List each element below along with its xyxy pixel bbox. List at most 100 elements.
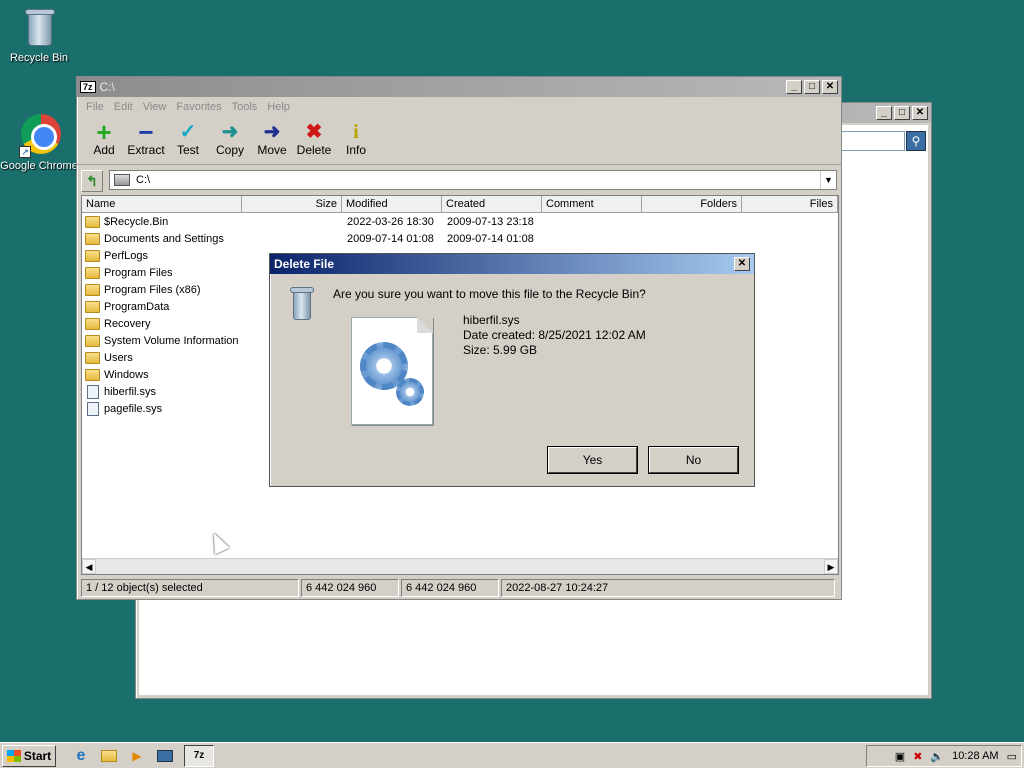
file-name-cell: hiberfil.sys (82, 384, 242, 399)
no-button[interactable]: No (649, 447, 738, 473)
scroll-right-icon[interactable]: ▶ (824, 559, 838, 574)
taskbar-button-7zip[interactable]: 7z (184, 744, 214, 767)
file-created-cell: 2009-07-14 01:08 (447, 232, 534, 245)
start-button[interactable]: Start (2, 744, 56, 767)
toolbar-label: Move (257, 143, 287, 157)
horizontal-scrollbar[interactable]: ◀ ▶ (82, 558, 838, 574)
menu-view[interactable]: View (138, 101, 172, 113)
file-info: hiberfil.sys Date created: 8/25/2021 12:… (463, 313, 646, 358)
delete-button[interactable]: ✖ Delete (293, 117, 335, 164)
recycle-bin-icon (19, 6, 59, 50)
copy-arrow-icon: ➜ (221, 121, 239, 143)
menu-favorites[interactable]: Favorites (171, 101, 226, 113)
address-input[interactable]: C:\ ▼ (109, 170, 837, 190)
menu-bar: File Edit View Favorites Tools Help (77, 97, 841, 117)
window-title: C:\ (99, 80, 115, 94)
column-header-size[interactable]: Size (242, 196, 342, 212)
extract-button[interactable]: − Extract (125, 117, 167, 164)
taskbar: Start e ▶ 7z ▣ ✖ 🔈 10:28 AM ▭ (0, 742, 1024, 768)
internet-explorer-icon[interactable]: e (70, 746, 92, 766)
explorer-folder-icon[interactable] (98, 746, 120, 766)
list-item[interactable]: $Recycle.Bin 2022-03-26 18:30 2009-07-13 2… (82, 213, 838, 230)
maximize-button[interactable]: □ (804, 80, 820, 94)
file-name-cell: pagefile.sys (82, 401, 242, 416)
column-header-modified[interactable]: Modified (342, 196, 442, 212)
column-header-folders[interactable]: Folders (642, 196, 742, 212)
menu-file[interactable]: File (81, 101, 109, 113)
file-name-text: pagefile.sys (104, 402, 163, 415)
folder-icon (85, 232, 100, 245)
file-date-created: Date created: 8/25/2021 12:02 AM (463, 328, 646, 342)
toolbar-label: Info (345, 143, 366, 157)
info-button[interactable]: i Info (335, 117, 377, 164)
minimize-button[interactable]: _ (786, 80, 802, 94)
network-icon[interactable]: ▣ (895, 750, 905, 763)
recycle-bin-icon (288, 287, 316, 321)
action-center-icon[interactable]: ✖ (913, 750, 922, 763)
folder-icon (85, 249, 100, 262)
copy-button[interactable]: ➜ Copy (209, 117, 251, 164)
file-name-text: Program Files (x86) (104, 283, 201, 296)
file-icon (87, 384, 99, 399)
delete-file-dialog[interactable]: Delete File ✕ Are you sure you want to m… (269, 253, 755, 487)
media-player-icon[interactable]: ▶ (126, 746, 148, 766)
status-packed-size: 6 442 024 960 (401, 579, 499, 597)
search-input[interactable] (835, 131, 905, 151)
clock[interactable]: 10:28 AM (952, 750, 998, 762)
close-button[interactable]: ✕ (822, 80, 838, 94)
add-button[interactable]: + Add (83, 117, 125, 164)
toolbar: + Add − Extract ✓ Test ➜ Copy ➜ Move ✖ D… (77, 117, 841, 165)
file-name-text: hiberfil.sys (104, 385, 156, 398)
remote-desktop-icon[interactable] (154, 746, 176, 766)
menu-help[interactable]: Help (262, 101, 295, 113)
column-header-comment[interactable]: Comment (542, 196, 642, 212)
show-desktop-icon[interactable]: ▭ (1007, 750, 1017, 763)
system-tray: ▣ ✖ 🔈 10:28 AM ▭ (866, 745, 1022, 767)
menu-tools[interactable]: Tools (227, 101, 263, 113)
dialog-title: Delete File (274, 257, 335, 271)
column-header-name[interactable]: Name (82, 196, 242, 212)
status-date: 2022-08-27 10:24:27 (501, 579, 835, 597)
plus-icon: + (96, 117, 112, 147)
list-item[interactable]: Documents and Settings 2009-07-14 01:08 20… (82, 230, 838, 247)
desktop-icon-label: Recycle Bin (9, 52, 69, 64)
test-button[interactable]: ✓ Test (167, 117, 209, 164)
folder-icon (85, 215, 100, 228)
volume-icon[interactable]: 🔈 (930, 750, 944, 763)
column-header-files[interactable]: Files (742, 196, 838, 212)
status-selection: 1 / 12 object(s) selected (81, 579, 299, 597)
close-button[interactable]: ✕ (912, 106, 928, 120)
desktop-icon-recycle-bin[interactable]: Recycle Bin (0, 6, 78, 64)
status-size: 6 442 024 960 (301, 579, 399, 597)
file-name-cell: PerfLogs (82, 249, 242, 262)
desktop-icon-google-chrome[interactable]: ↗ Google Chrome (0, 114, 78, 172)
column-header-created[interactable]: Created (442, 196, 542, 212)
address-text: C:\ (136, 174, 151, 186)
file-name-cell: $Recycle.Bin (82, 215, 242, 228)
move-arrow-icon: ➜ (263, 121, 281, 143)
search-icon[interactable]: ⚲ (906, 131, 926, 151)
dialog-titlebar[interactable]: Delete File ✕ (270, 254, 754, 274)
folder-icon (85, 334, 100, 347)
file-name-text: System Volume Information (104, 334, 239, 347)
address-bar: ↰ C:\ ▼ (81, 170, 837, 192)
file-name-cell: ProgramData (82, 300, 242, 313)
maximize-button[interactable]: □ (894, 106, 910, 120)
file-name-text: Program Files (104, 266, 173, 279)
yes-button[interactable]: Yes (548, 447, 637, 473)
file-manager-titlebar[interactable]: 7z C:\ _ □ ✕ (77, 77, 841, 97)
scroll-left-icon[interactable]: ◀ (82, 559, 96, 574)
delete-x-icon: ✖ (305, 121, 323, 143)
menu-edit[interactable]: Edit (109, 101, 138, 113)
close-button[interactable]: ✕ (734, 257, 750, 271)
check-icon: ✓ (179, 121, 197, 143)
move-button[interactable]: ➜ Move (251, 117, 293, 164)
minimize-button[interactable]: _ (876, 106, 892, 120)
chevron-down-icon[interactable]: ▼ (820, 171, 836, 189)
up-folder-button[interactable]: ↰ (81, 170, 103, 192)
file-name-cell: Recovery (82, 317, 242, 330)
file-size: Size: 5.99 GB (463, 343, 538, 357)
desktop-icon-label: Google Chrome (0, 160, 78, 172)
file-name: hiberfil.sys (463, 313, 520, 327)
folder-icon (85, 317, 100, 330)
